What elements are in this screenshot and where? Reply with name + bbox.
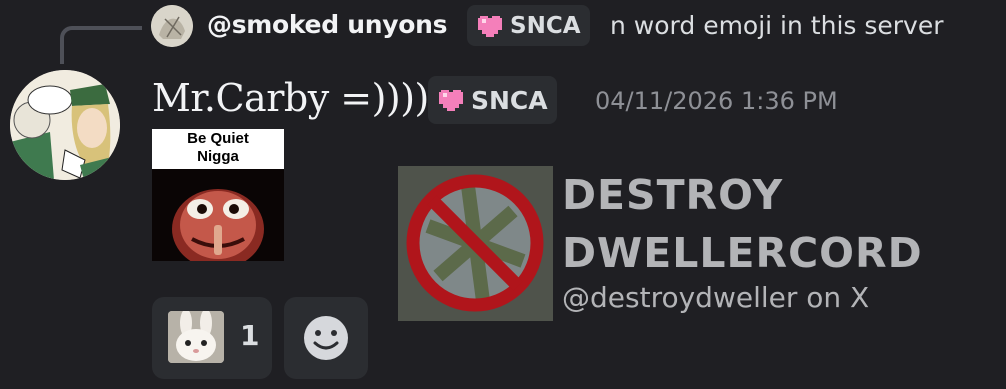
reaction-rabbit[interactable]: 1 — [152, 297, 272, 379]
author-avatar[interactable] — [10, 70, 120, 180]
smiley-icon — [304, 316, 348, 360]
author-name[interactable]: Mr.Carby =)))) — [152, 76, 429, 120]
author-role-tag-label: SNCA — [471, 85, 548, 115]
reply-message-text[interactable]: n word emoji in this server — [610, 11, 944, 40]
embed-title[interactable]: DESTROY DWELLERCORD — [562, 166, 923, 282]
reaction-count: 1 — [240, 319, 260, 352]
embed-title-line-1: DESTROY — [562, 171, 784, 219]
prohibited-icon — [398, 166, 553, 321]
reply-username[interactable]: @smoked unyons — [207, 10, 447, 39]
embed-subtitle[interactable]: @destroydweller on X — [562, 281, 869, 314]
reply-avatar[interactable] — [151, 5, 193, 47]
meme-caption-line-2: Nigga — [197, 148, 239, 165]
reply-spine — [60, 26, 142, 64]
meme-caption-line-1: Be Quiet — [187, 130, 249, 147]
meme-caption: Be Quiet Nigga — [152, 129, 284, 170]
rabbit-emoji-icon — [168, 311, 224, 363]
author-role-tag[interactable]: SNCA — [428, 76, 557, 124]
heart-icon — [439, 90, 463, 111]
embed-title-line-2: DWELLERCORD — [562, 229, 923, 277]
add-reaction-button[interactable] — [284, 297, 368, 379]
message-timestamp[interactable]: 04/11/2026 1:36 PM — [595, 87, 838, 115]
reply-role-tag[interactable]: SNCA — [467, 5, 590, 46]
meme-picture — [152, 169, 284, 261]
meme-image-attachment[interactable]: Be Quiet Nigga — [152, 129, 284, 261]
reply-role-tag-label: SNCA — [510, 12, 581, 39]
heart-icon — [478, 15, 502, 37]
embed-thumbnail[interactable] — [398, 166, 553, 321]
